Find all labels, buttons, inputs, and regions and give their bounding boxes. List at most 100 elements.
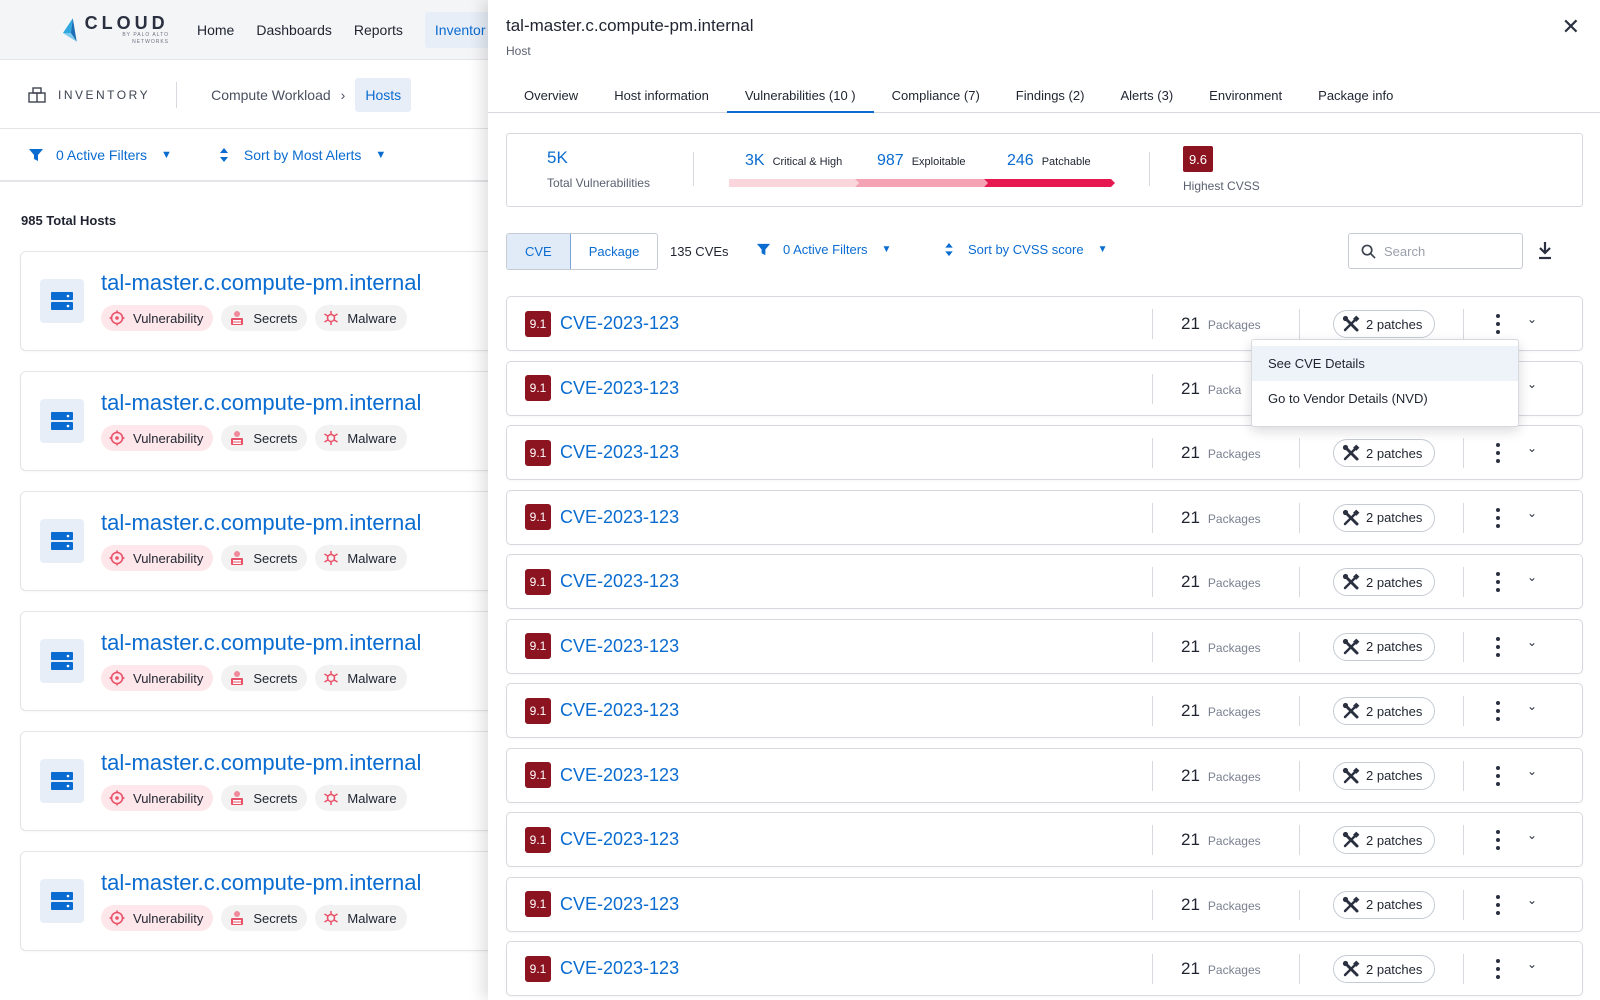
search-input[interactable]	[1384, 243, 1504, 259]
host-card[interactable]: tal-master.c.compute-pm.internal Vulnera…	[20, 611, 500, 711]
chevron-down-icon[interactable]: ⌄	[1527, 699, 1537, 713]
vendor-details-item[interactable]: Go to Vendor Details (NVD)	[1252, 381, 1518, 416]
vulnerability-tag[interactable]: Vulnerability	[101, 785, 214, 811]
patches-badge[interactable]: 2 patches	[1333, 761, 1436, 790]
cve-id-link[interactable]: CVE-2023-123	[560, 958, 679, 979]
nav-home[interactable]: Home	[197, 0, 234, 60]
more-options-icon[interactable]	[1495, 830, 1501, 850]
tab-host-information[interactable]: Host information	[614, 78, 709, 113]
tab-package-info[interactable]: Package info	[1318, 78, 1393, 113]
nav-reports[interactable]: Reports	[354, 0, 403, 60]
cve-id-link[interactable]: CVE-2023-123	[560, 442, 679, 463]
tab-compliance[interactable]: Compliance (7)	[892, 78, 980, 113]
exploitable-stat[interactable]: 987 Exploitable	[877, 152, 966, 170]
cloud-logo[interactable]: CLOUD BY PALO ALTO NETWORKS	[61, 14, 169, 46]
tab-findings[interactable]: Findings (2)	[1016, 78, 1085, 113]
patches-badge[interactable]: 2 patches	[1333, 439, 1436, 467]
cve-id-link[interactable]: CVE-2023-123	[560, 571, 679, 592]
chevron-down-icon[interactable]: ⌄	[1527, 377, 1537, 391]
cve-row[interactable]: 9.1 CVE-2023-123 21 Packages 2 patches ⌄	[506, 683, 1583, 738]
cve-row[interactable]: 9.1 CVE-2023-123 21 Packages 2 patches ⌄	[506, 489, 1583, 545]
tab-vulnerabilities[interactable]: Vulnerabilities (10 )	[726, 78, 874, 113]
cve-id-link[interactable]: CVE-2023-123	[560, 507, 679, 528]
cve-row[interactable]: 9.1 CVE-2023-123 21 Packages 2 patches ⌄	[506, 812, 1583, 867]
host-name-link[interactable]: tal-master.c.compute-pm.internal	[101, 270, 421, 296]
chevron-down-icon[interactable]: ⌄	[1527, 506, 1537, 520]
secrets-tag[interactable]: Secrets	[221, 905, 308, 931]
secrets-tag[interactable]: Secrets	[221, 785, 308, 811]
host-name-link[interactable]: tal-master.c.compute-pm.internal	[101, 510, 421, 536]
breadcrumb-compute-workload[interactable]: Compute Workload	[211, 87, 331, 103]
chevron-down-icon[interactable]: ⌄	[1527, 635, 1537, 649]
more-options-icon[interactable]	[1495, 314, 1501, 334]
cve-row[interactable]: 9.1 CVE-2023-123 21 Packages 2 patches ⌄	[506, 876, 1583, 932]
cve-row[interactable]: 9.1 CVE-2023-123 21 Packages 2 patches ⌄	[506, 425, 1583, 480]
cve-sort-button[interactable]: Sort by CVSS score ▼	[944, 242, 1108, 257]
cve-row[interactable]: 9.1 CVE-2023-123 21 Packages 2 patches ⌄	[506, 618, 1583, 674]
host-name-link[interactable]: tal-master.c.compute-pm.internal	[101, 390, 421, 416]
cve-search[interactable]	[1348, 233, 1523, 269]
host-card[interactable]: tal-master.c.compute-pm.internal Vulnera…	[20, 491, 500, 591]
package-view-button[interactable]: Package	[571, 234, 658, 269]
patches-badge[interactable]: 2 patches	[1333, 568, 1436, 596]
patches-badge[interactable]: 2 patches	[1333, 826, 1436, 854]
cve-row[interactable]: 9.1 CVE-2023-123 21 Packages 2 patches ⌄	[506, 554, 1583, 609]
tab-environment[interactable]: Environment	[1209, 78, 1282, 113]
cve-row[interactable]: 9.1 CVE-2023-123 21 Packages 2 patches ⌄	[506, 941, 1583, 996]
more-options-icon[interactable]	[1495, 959, 1501, 979]
malware-tag[interactable]: Malware	[315, 665, 407, 691]
patches-badge[interactable]: 2 patches	[1333, 697, 1436, 725]
secrets-tag[interactable]: Secrets	[221, 425, 308, 451]
chevron-down-icon[interactable]: ⌄	[1527, 764, 1537, 778]
vulnerability-tag[interactable]: Vulnerability	[101, 545, 214, 571]
cve-id-link[interactable]: CVE-2023-123	[560, 829, 679, 850]
cve-id-link[interactable]: CVE-2023-123	[560, 636, 679, 657]
see-cve-details-item[interactable]: See CVE Details	[1252, 346, 1518, 381]
more-options-icon[interactable]	[1495, 507, 1501, 528]
critical-high-stat[interactable]: 3K Critical & High	[745, 152, 842, 170]
chevron-down-icon[interactable]: ⌄	[1527, 828, 1537, 842]
malware-tag[interactable]: Malware	[315, 305, 407, 331]
host-filters-button[interactable]: 0 Active Filters ▼	[28, 147, 172, 163]
host-card[interactable]: tal-master.c.compute-pm.internal Vulnera…	[20, 251, 500, 351]
malware-tag[interactable]: Malware	[315, 785, 407, 811]
breadcrumb-hosts[interactable]: Hosts	[355, 77, 412, 112]
host-card[interactable]: tal-master.c.compute-pm.internal Vulnera…	[20, 851, 500, 951]
patchable-stat[interactable]: 246 Patchable	[1007, 152, 1091, 170]
malware-tag[interactable]: Malware	[315, 545, 407, 571]
close-icon[interactable]: ✕	[1562, 14, 1580, 40]
cve-id-link[interactable]: CVE-2023-123	[560, 700, 679, 721]
patches-badge[interactable]: 2 patches	[1333, 890, 1436, 919]
patches-badge[interactable]: 2 patches	[1333, 310, 1436, 338]
chevron-down-icon[interactable]: ⌄	[1527, 957, 1537, 971]
more-options-icon[interactable]	[1495, 636, 1501, 657]
chevron-down-icon[interactable]: ⌄	[1527, 441, 1537, 455]
cve-view-button[interactable]: CVE	[507, 234, 571, 269]
cve-id-link[interactable]: CVE-2023-123	[560, 313, 679, 334]
cve-id-link[interactable]: CVE-2023-123	[560, 378, 679, 399]
malware-tag[interactable]: Malware	[315, 425, 407, 451]
more-options-icon[interactable]	[1495, 765, 1501, 786]
more-options-icon[interactable]	[1495, 572, 1501, 592]
secrets-tag[interactable]: Secrets	[221, 665, 308, 691]
tab-overview[interactable]: Overview	[524, 78, 578, 113]
host-name-link[interactable]: tal-master.c.compute-pm.internal	[101, 630, 421, 656]
host-name-link[interactable]: tal-master.c.compute-pm.internal	[101, 750, 421, 776]
chevron-down-icon[interactable]: ⌄	[1527, 570, 1537, 584]
nav-dashboards[interactable]: Dashboards	[256, 0, 332, 60]
more-options-icon[interactable]	[1495, 894, 1501, 915]
download-icon[interactable]	[1536, 240, 1554, 260]
chevron-down-icon[interactable]: ⌄	[1527, 312, 1537, 326]
tab-alerts[interactable]: Alerts (3)	[1120, 78, 1173, 113]
vulnerability-tag[interactable]: Vulnerability	[101, 905, 214, 931]
vulnerability-tag[interactable]: Vulnerability	[101, 665, 214, 691]
malware-tag[interactable]: Malware	[315, 905, 407, 931]
more-options-icon[interactable]	[1495, 443, 1501, 463]
cve-id-link[interactable]: CVE-2023-123	[560, 765, 679, 786]
patches-badge[interactable]: 2 patches	[1333, 632, 1436, 661]
vulnerability-tag[interactable]: Vulnerability	[101, 425, 214, 451]
patches-badge[interactable]: 2 patches	[1333, 503, 1436, 532]
host-card[interactable]: tal-master.c.compute-pm.internal Vulnera…	[20, 731, 500, 831]
host-name-link[interactable]: tal-master.c.compute-pm.internal	[101, 870, 421, 896]
vulnerability-tag[interactable]: Vulnerability	[101, 305, 214, 331]
